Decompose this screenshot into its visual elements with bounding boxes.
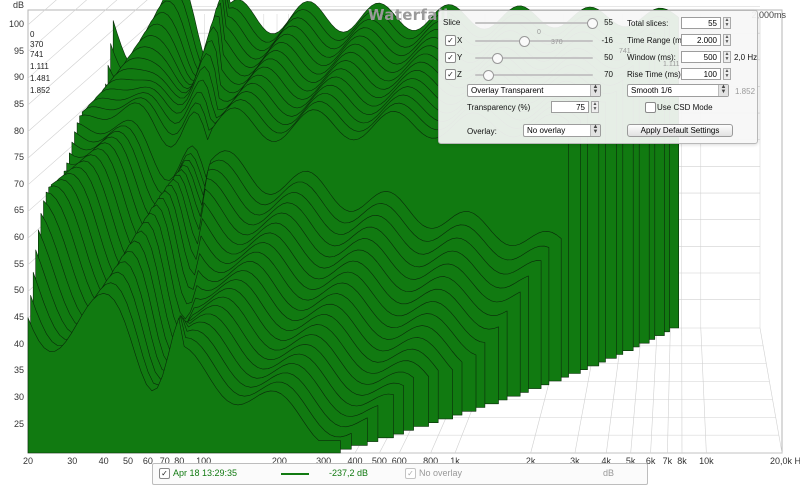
total-slices-field[interactable]: 55 — [681, 17, 721, 29]
waterfall-controls-panel: Slice 55 0 ✓ X -16 370 ✓ Y 50 741 ✓ Z 70… — [438, 10, 758, 144]
x-value: -16 — [601, 36, 613, 45]
time-range-field[interactable]: 2.000 — [681, 34, 721, 46]
measurement-line-swatch — [281, 473, 309, 475]
y-tick-label: 50 — [13, 285, 24, 296]
y-checkbox[interactable]: ✓ — [445, 52, 456, 63]
apply-default-settings-button[interactable]: Apply Default Settings — [627, 124, 733, 137]
smoothing-value: Smooth 1/6 — [631, 86, 672, 95]
x-slider-track[interactable] — [475, 40, 593, 42]
overlay-mode-value: Overlay Transparent — [471, 86, 544, 95]
x-tick-label: 10k — [699, 456, 714, 466]
y-axis-unit: dB — [13, 0, 25, 10]
smoothing-select[interactable]: Smooth 1/6 ▲ ▼ — [627, 84, 729, 97]
time-range-stepper[interactable]: ▲ ▼ — [723, 34, 731, 46]
z-tick-741: 741 — [30, 50, 44, 59]
y-tick-label: 90 — [13, 72, 24, 83]
x-tick-label: 8k — [677, 456, 687, 466]
measurement-checkbox[interactable]: ✓ — [159, 468, 170, 479]
slice-slider-track[interactable] — [475, 22, 593, 24]
chevron-updown-icon: ▲ ▼ — [590, 84, 600, 96]
z-tick-1481: 1.481 — [30, 74, 51, 83]
y-tick-label: 100 — [8, 18, 24, 29]
chevron-updown-icon: ▲ ▼ — [590, 124, 600, 136]
rise-time-stepper[interactable]: ▲ ▼ — [723, 68, 731, 80]
window-stepper[interactable]: ▲ ▼ — [723, 51, 731, 63]
panel-ghost-1111: 1.111 — [663, 61, 680, 68]
panel-ghost-1852: 1.852 — [735, 87, 756, 96]
z-checkbox[interactable]: ✓ — [445, 69, 456, 80]
y-tick-label: 45 — [13, 312, 24, 323]
x-tick-label: 30 — [67, 456, 78, 466]
y-tick-label: 85 — [13, 98, 24, 109]
x-axis-unit: 20,0k Hz — [770, 456, 800, 466]
overlay-select-value: No overlay — [527, 126, 566, 135]
overlay-name: No overlay — [419, 468, 463, 478]
window-field[interactable]: 500 — [681, 51, 721, 63]
overlay-label: Overlay: — [467, 127, 497, 136]
y-tick-label: 55 — [13, 258, 24, 269]
x-checkbox[interactable]: ✓ — [445, 35, 456, 46]
z-tick-370: 370 — [30, 40, 44, 49]
x-tick-label: 7k — [662, 456, 673, 466]
y-tick-label: 80 — [13, 125, 24, 136]
x-tick-label: 20 — [22, 456, 34, 466]
z-tick-1111: 1.111 — [30, 62, 49, 71]
z-slider-knob[interactable] — [483, 70, 494, 81]
rise-time-label: Rise Time (ms): — [627, 70, 683, 79]
total-slices-stepper[interactable]: ▲ ▼ — [723, 17, 731, 29]
y-value: 50 — [604, 53, 613, 62]
slider-ghost-370: 370 — [551, 39, 563, 46]
overlay-select[interactable]: No overlay ▲ ▼ — [523, 124, 601, 137]
z-value: 70 — [604, 70, 613, 79]
slice-value: 55 — [604, 18, 613, 27]
x-label: X — [457, 36, 463, 45]
use-csd-checkbox[interactable] — [645, 102, 656, 113]
y-tick-label: 60 — [13, 232, 24, 243]
z-tick-0: 0 — [30, 30, 35, 39]
y-tick-label: 25 — [13, 418, 24, 429]
y-tick-label: 75 — [13, 152, 24, 163]
measurement-name[interactable]: Apr 18 13:29:35 — [173, 468, 237, 478]
transparency-field[interactable]: 75 — [551, 101, 589, 113]
y-tick-label: 40 — [13, 338, 24, 349]
total-slices-label: Total slices: — [627, 19, 669, 28]
transparency-stepper[interactable]: ▲ ▼ — [591, 101, 599, 113]
slider-ghost-0: 0 — [537, 29, 541, 36]
y-tick-label: 35 — [13, 365, 24, 376]
x-slider-knob[interactable] — [519, 36, 530, 47]
measurement-level: -237,2 dB — [329, 468, 369, 478]
use-csd-label: Use CSD Mode — [657, 103, 713, 112]
y-label: Y — [457, 53, 463, 62]
x-tick-label: 40 — [98, 456, 109, 466]
transparency-label: Transparency (%) — [467, 103, 531, 112]
overlay-checkbox[interactable]: ✓ — [405, 468, 416, 479]
overlay-unit: dB — [603, 468, 615, 478]
y-tick-label: 70 — [13, 178, 24, 189]
x-tick-label: 50 — [122, 456, 134, 466]
z-label: Z — [457, 70, 462, 79]
chevron-updown-icon: ▲ ▼ — [718, 84, 728, 96]
slice-label: Slice — [443, 18, 461, 27]
overlay-mode-select[interactable]: Overlay Transparent ▲ ▼ — [467, 84, 601, 97]
legend-bar: ✓ Apr 18 13:29:35 -237,2 dB ✓ No overlay… — [152, 463, 648, 485]
y-tick-label: 95 — [13, 45, 24, 56]
y-tick-label: 65 — [13, 205, 24, 216]
y-slider-knob[interactable] — [492, 53, 503, 64]
window-hz: 2,0 Hz — [734, 53, 758, 62]
plot-title: Waterfall — [368, 6, 449, 24]
y-tick-label: 30 — [13, 392, 24, 402]
rise-time-field[interactable]: 100 — [681, 68, 721, 80]
z-tick-1852: 1.852 — [30, 86, 51, 95]
